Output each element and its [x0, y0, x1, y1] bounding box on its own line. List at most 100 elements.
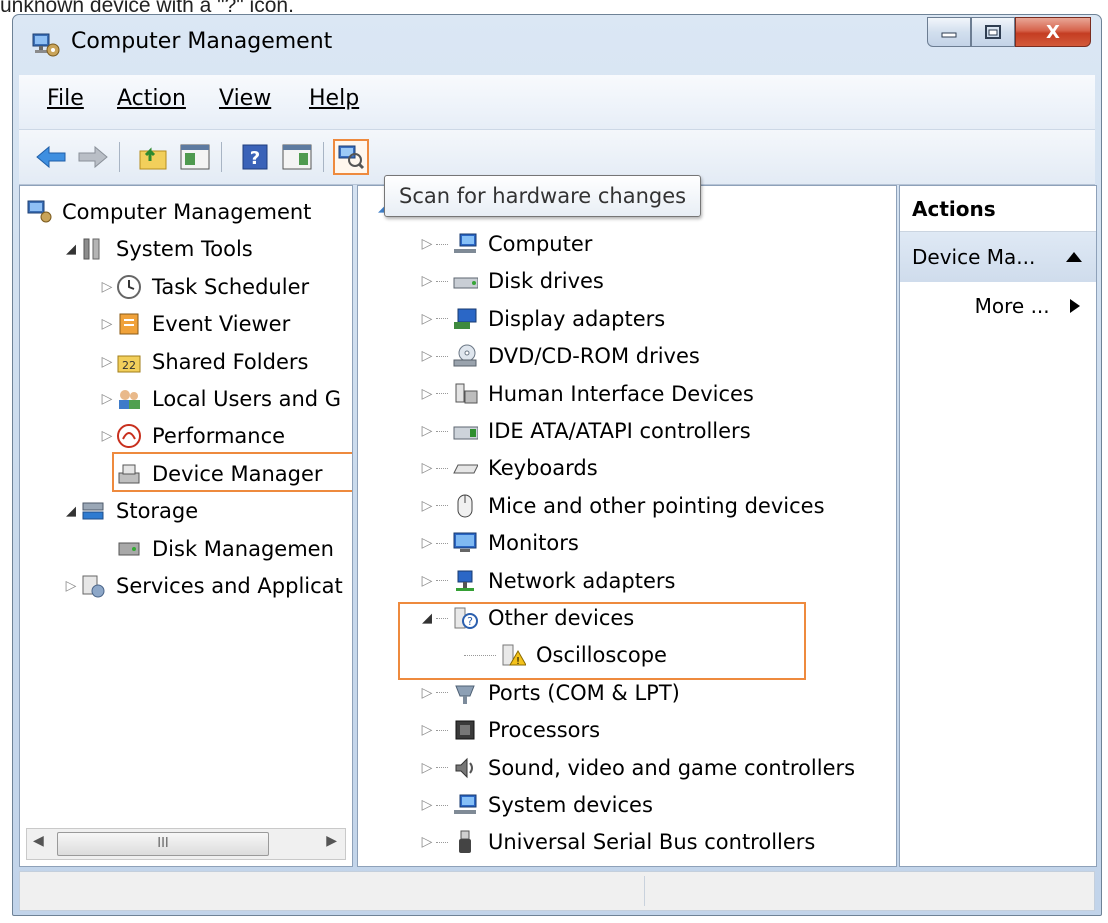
submenu-arrow-icon	[1070, 299, 1080, 313]
collapsed-arrow-icon[interactable]: ▷	[418, 273, 436, 289]
toolbar-separator	[119, 142, 120, 172]
device-category[interactable]: ▷ Universal Serial Bus controllers	[418, 824, 816, 860]
device-category[interactable]: ▷ Monitors	[418, 525, 579, 561]
console-tree-item[interactable]: ▷ Services and Applicat	[62, 568, 343, 604]
device-category[interactable]: ▷ Display adapters	[418, 301, 666, 337]
collapsed-arrow-icon[interactable]: ▷	[418, 498, 436, 514]
collapsed-arrow-icon[interactable]: ▷	[98, 354, 116, 370]
hid-icon	[452, 381, 478, 407]
expanded-arrow-icon[interactable]: ◢	[62, 242, 80, 257]
collapsed-arrow-icon[interactable]: ▷	[418, 423, 436, 439]
close-button[interactable]: X	[1015, 17, 1091, 47]
collapsed-arrow-icon[interactable]: ▷	[418, 573, 436, 589]
console-tree-item[interactable]: ▷ Event Viewer	[98, 306, 291, 342]
device-category[interactable]: ▷ Mice and other pointing devices	[418, 488, 825, 524]
menu-file[interactable]: File	[47, 86, 84, 111]
tree-connector	[436, 393, 448, 395]
collapsed-arrow-icon[interactable]: ▷	[98, 428, 116, 444]
console-tree-item[interactable]: ▷ Local Users and G	[98, 381, 341, 417]
collapsed-arrow-icon[interactable]: ▷	[418, 535, 436, 551]
device-label: Monitors	[488, 531, 579, 556]
device-category[interactable]: ▷ Ports (COM & LPT)	[418, 675, 680, 711]
console-tree-item-label: Computer Management	[62, 200, 312, 224]
device-category[interactable]: ▷ Sound, video and game controllers	[418, 750, 855, 786]
show-hide-console-tree-button[interactable]	[177, 139, 213, 175]
maximize-button[interactable]	[971, 17, 1015, 47]
collapsed-arrow-icon[interactable]: ▷	[418, 834, 436, 850]
scan-hardware-button[interactable]	[333, 139, 369, 175]
console-tree-item-label: Storage	[116, 499, 199, 524]
computer-icon	[452, 231, 478, 257]
title-bar[interactable]: Computer Management X	[13, 15, 1101, 73]
console-tree-item[interactable]: ▷ Task Scheduler	[98, 269, 309, 305]
console-tree-item[interactable]: ◢ System Tools	[62, 231, 253, 267]
console-tree-item-label: Task Scheduler	[152, 274, 310, 299]
show-hide-tree-icon	[180, 144, 210, 170]
device-label: Sound, video and game controllers	[488, 755, 856, 780]
device-label: Keyboards	[488, 456, 598, 481]
device-category[interactable]: ▷ Keyboards	[418, 450, 598, 486]
caption-text: unknown device with a "?" icon.	[0, 0, 294, 17]
scroll-right-icon[interactable]: ▶	[326, 833, 337, 849]
collapsed-arrow-icon[interactable]: ▷	[418, 722, 436, 738]
tree-connector	[436, 804, 448, 806]
console-tree-item-label: Performance	[152, 424, 286, 449]
toolbar-separator	[323, 142, 324, 172]
collapsed-arrow-icon[interactable]: ▷	[418, 311, 436, 327]
console-tree-item[interactable]: ▷ 22 Shared Folders	[98, 344, 309, 380]
device-label: Display adapters	[488, 306, 666, 331]
collapsed-arrow-icon[interactable]: ▷	[418, 348, 436, 364]
device-category[interactable]: ▷ Disk drives	[418, 263, 604, 299]
scroll-thumb[interactable]: III	[57, 832, 269, 856]
expanded-arrow-icon[interactable]: ◢	[62, 504, 80, 519]
computer-management-icon	[32, 33, 60, 57]
show-hide-action-pane-icon	[282, 144, 312, 170]
collapsed-arrow-icon[interactable]: ▷	[418, 236, 436, 252]
menu-action[interactable]: Action	[117, 86, 186, 111]
monitor-icon	[452, 530, 478, 556]
device-category[interactable]: ▷ Processors	[418, 712, 600, 748]
device-category[interactable]: ▷ System devices	[418, 787, 653, 823]
console-tree-item[interactable]: ▷ Performance	[98, 418, 285, 454]
collapsed-arrow-icon[interactable]: ▷	[98, 316, 116, 332]
device-category[interactable]: ▷ Human Interface Devices	[418, 376, 754, 412]
menu-view[interactable]: View	[219, 86, 271, 111]
console-tree-item-label: Local Users and G	[152, 387, 342, 411]
collapsed-arrow-icon[interactable]: ▷	[418, 760, 436, 776]
console-tree-pane[interactable]: Computer Management ◢ System Tools ▷ Task Sc…	[19, 185, 353, 867]
scroll-left-icon[interactable]: ◀	[33, 833, 44, 849]
console-tree-item-label: Event Viewer	[152, 312, 291, 337]
menu-view-label: View	[219, 86, 272, 111]
back-button[interactable]	[33, 139, 69, 175]
device-category[interactable]: ▷ Network adapters	[418, 563, 676, 599]
collapsed-arrow-icon[interactable]: ▷	[418, 460, 436, 476]
device-category[interactable]: ▷ Computer	[418, 226, 593, 262]
collapsed-arrow-icon[interactable]: ▷	[418, 685, 436, 701]
collapsed-arrow-icon[interactable]: ▷	[418, 386, 436, 402]
maximize-icon	[985, 25, 1001, 39]
console-tree-item[interactable]: Disk Managemen	[98, 531, 334, 567]
device-category[interactable]: ▷ IDE ATA/ATAPI controllers	[418, 413, 751, 449]
scan-hardware-tooltip: Scan for hardware changes	[384, 175, 702, 217]
menu-help[interactable]: Help	[309, 86, 359, 111]
up-one-level-button[interactable]	[135, 139, 171, 175]
more-actions-item[interactable]: More ...	[975, 294, 1080, 318]
menu-bar: File Action View Help	[19, 75, 1095, 130]
console-tree-item[interactable]: ◢ Storage	[62, 493, 198, 529]
device-category[interactable]: ▷ DVD/CD-ROM drives	[418, 338, 700, 374]
show-hide-action-pane-button[interactable]	[279, 139, 315, 175]
minimize-button[interactable]	[927, 17, 971, 47]
collapsed-arrow-icon[interactable]: ▷	[98, 391, 116, 407]
tree-connector	[436, 767, 448, 769]
collapsed-arrow-icon[interactable]: ▷	[62, 578, 80, 594]
device-tree-pane[interactable]: ▷ Computer ▷ Disk drives ▷ Display adapters ▷ D…	[357, 185, 897, 867]
keyboard-icon	[452, 455, 479, 481]
collapsed-arrow-icon[interactable]: ▷	[98, 279, 116, 295]
device-manager-actions-section[interactable]: Device Ma...	[900, 232, 1096, 282]
status-divider	[644, 876, 645, 906]
horizontal-scrollbar[interactable]: ◀ III ▶	[26, 828, 346, 860]
help-button[interactable]: ?	[237, 139, 273, 175]
console-tree-item[interactable]: Computer Management	[26, 194, 311, 230]
forward-button[interactable]	[75, 139, 111, 175]
collapsed-arrow-icon[interactable]: ▷	[418, 797, 436, 813]
